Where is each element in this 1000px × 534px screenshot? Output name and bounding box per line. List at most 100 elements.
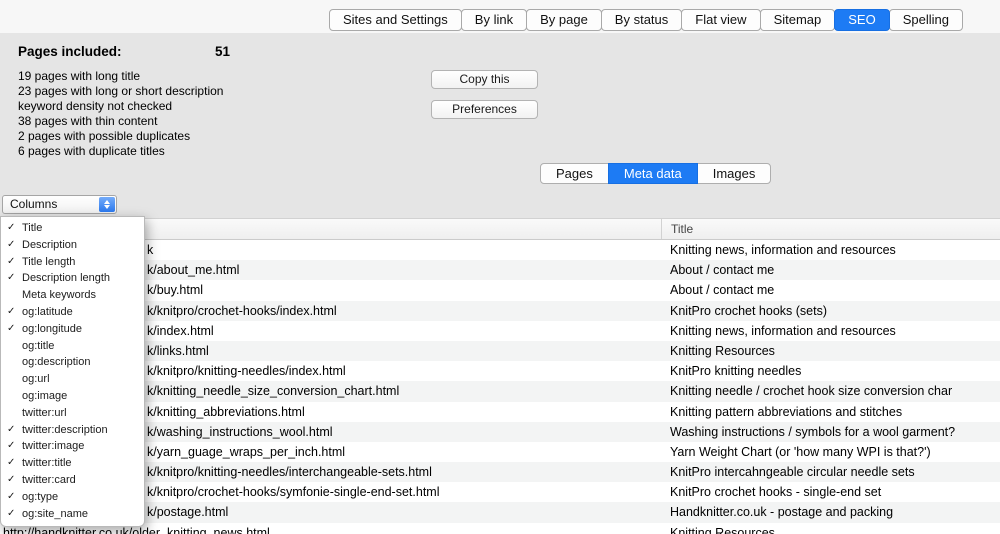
check-icon: ✓ bbox=[7, 254, 15, 271]
title-cell: Washing instructions / symbols for a woo… bbox=[661, 422, 1000, 442]
seo-summary-lines: 19 pages with long title 23 pages with l… bbox=[18, 69, 223, 159]
title-cell: About / contact me bbox=[661, 260, 1000, 280]
table-row[interactable]: k/links.html Knitting Resources bbox=[0, 341, 1000, 361]
title-cell: Knitting needle / crochet hook size conv… bbox=[661, 381, 1000, 401]
seo-summary-line: 23 pages with long or short description bbox=[18, 84, 223, 99]
columns-menu-item-label: twitter:description bbox=[22, 424, 108, 436]
main-tab[interactable]: Spelling bbox=[889, 9, 963, 31]
pages-included-label: Pages included: bbox=[18, 44, 122, 59]
columns-menu-item[interactable]: ✓ twitter:image bbox=[1, 438, 144, 455]
pages-included-count: 51 bbox=[215, 44, 230, 59]
columns-menu-item[interactable]: ✓ og:url bbox=[1, 371, 144, 388]
columns-menu-item-label: Description length bbox=[22, 272, 110, 284]
view-segment[interactable]: Meta data bbox=[608, 163, 698, 184]
check-icon: ✓ bbox=[7, 237, 15, 254]
check-icon: ✓ bbox=[7, 321, 15, 338]
title-cell: Knitting news, information and resources bbox=[661, 240, 1000, 260]
metadata-view-segmented-control: Pages Meta data Images bbox=[541, 163, 771, 184]
table-row[interactable]: k/yarn_guage_wraps_per_inch.html Yarn We… bbox=[0, 442, 1000, 462]
title-cell: Knitting news, information and resources bbox=[661, 321, 1000, 341]
check-icon: ✓ bbox=[7, 438, 15, 455]
table-row[interactable]: k/knitting_abbreviations.html Knitting p… bbox=[0, 402, 1000, 422]
columns-menu-item-label: og:url bbox=[22, 373, 50, 385]
popup-arrows-icon bbox=[99, 197, 115, 212]
seo-summary-line: 6 pages with duplicate titles bbox=[18, 144, 223, 159]
table-row[interactable]: k/index.html Knitting news, information … bbox=[0, 321, 1000, 341]
table-row[interactable]: k/knitting_needle_size_conversion_chart.… bbox=[0, 381, 1000, 401]
table-row[interactable]: k/buy.html About / contact me bbox=[0, 280, 1000, 300]
columns-menu-item[interactable]: ✓ twitter:url bbox=[1, 405, 144, 422]
table-row[interactable]: k/knitpro/knitting-needles/interchangeab… bbox=[0, 462, 1000, 482]
title-cell: KnitPro crochet hooks (sets) bbox=[661, 301, 1000, 321]
table-row[interactable]: k/knitpro/knitting-needles/index.html Kn… bbox=[0, 361, 1000, 381]
table-row[interactable]: k Knitting news, information and resourc… bbox=[0, 240, 1000, 260]
check-icon: ✓ bbox=[7, 220, 15, 237]
table-row[interactable]: k/postage.html Handknitter.co.uk - posta… bbox=[0, 502, 1000, 522]
columns-menu-item-label: og:longitude bbox=[22, 323, 82, 335]
columns-menu-item-label: og:latitude bbox=[22, 306, 73, 318]
columns-menu-item[interactable]: ✓ Title length bbox=[1, 254, 144, 271]
seo-summary-line: 2 pages with possible duplicates bbox=[18, 129, 223, 144]
columns-menu-item[interactable]: ✓ og:title bbox=[1, 338, 144, 355]
main-tab[interactable]: Sitemap bbox=[760, 9, 836, 31]
columns-menu-item[interactable]: ✓ og:description bbox=[1, 354, 144, 371]
check-icon: ✓ bbox=[7, 506, 15, 523]
table-row[interactable]: k/knitpro/crochet-hooks/symfonie-single-… bbox=[0, 482, 1000, 502]
columns-menu-item[interactable]: ✓ og:longitude bbox=[1, 321, 144, 338]
columns-menu-item[interactable]: ✓ og:image bbox=[1, 388, 144, 405]
seo-summary-line: 38 pages with thin content bbox=[18, 114, 223, 129]
columns-menu-item-label: Title length bbox=[22, 256, 75, 268]
columns-menu-item[interactable]: ✓ twitter:title bbox=[1, 455, 144, 472]
columns-menu-item[interactable]: ✓ Title bbox=[1, 220, 144, 237]
main-tab[interactable]: Sites and Settings bbox=[329, 9, 462, 31]
columns-menu-item[interactable]: ✓ Meta keywords bbox=[1, 287, 144, 304]
main-tab[interactable]: By page bbox=[526, 9, 602, 31]
columns-menu-item-label: Title bbox=[22, 222, 42, 234]
title-cell: About / contact me bbox=[661, 280, 1000, 300]
check-icon: ✓ bbox=[7, 422, 15, 439]
columns-menu-item-label: og:site_name bbox=[22, 508, 88, 520]
table-row[interactable]: k/washing_instructions_wool.html Washing… bbox=[0, 422, 1000, 442]
arrow-up-icon bbox=[104, 200, 110, 204]
seo-summary-line: keyword density not checked bbox=[18, 99, 223, 114]
columns-popup-button[interactable]: Columns bbox=[2, 195, 117, 214]
main-tab[interactable]: By status bbox=[601, 9, 682, 31]
table-row[interactable]: k/knitpro/crochet-hooks/index.html KnitP… bbox=[0, 301, 1000, 321]
columns-menu-item[interactable]: ✓ Description length bbox=[1, 270, 144, 287]
main-tabbar: Sites and Settings By link By page By st… bbox=[0, 0, 1000, 33]
view-segment[interactable]: Images bbox=[697, 163, 772, 184]
columns-menu-item[interactable]: ✓ twitter:card bbox=[1, 472, 144, 489]
columns-menu-item[interactable]: ✓ Description bbox=[1, 237, 144, 254]
check-icon: ✓ bbox=[7, 270, 15, 287]
main-tab[interactable]: SEO bbox=[834, 9, 889, 31]
title-cell: KnitPro intercahngeable circular needle … bbox=[661, 462, 1000, 482]
main-tab[interactable]: By link bbox=[461, 9, 527, 31]
columns-menu-item[interactable]: ✓ og:latitude bbox=[1, 304, 144, 321]
title-cell: Handknitter.co.uk - postage and packing bbox=[661, 502, 1000, 522]
table-row[interactable]: k/about_me.html About / contact me bbox=[0, 260, 1000, 280]
main-tab[interactable]: Flat view bbox=[681, 9, 760, 31]
app-window: Sites and Settings By link By page By st… bbox=[0, 0, 1000, 534]
columns-menu-item-label: Description bbox=[22, 239, 77, 251]
main-tabs: Sites and Settings By link By page By st… bbox=[330, 9, 963, 31]
columns-menu-item-label: og:image bbox=[22, 390, 67, 402]
columns-menu-item[interactable]: ✓ og:type bbox=[1, 489, 144, 506]
preferences-button[interactable]: Preferences bbox=[431, 100, 538, 119]
columns-menu-item-label: og:type bbox=[22, 491, 58, 503]
columns-menu-item-label: twitter:url bbox=[22, 407, 67, 419]
columns-dropdown-menu: ✓ Title ✓ Description ✓ Title length ✓ D… bbox=[0, 216, 145, 527]
table-row[interactable]: http://handknitter.co.uk/older_knitting_… bbox=[0, 523, 1000, 534]
columns-menu-item-label: twitter:card bbox=[22, 474, 76, 486]
columns-menu-item[interactable]: ✓ og:site_name bbox=[1, 506, 144, 523]
title-cell: KnitPro crochet hooks - single-end set bbox=[661, 482, 1000, 502]
check-icon: ✓ bbox=[7, 472, 15, 489]
columns-menu-item[interactable]: ✓ twitter:description bbox=[1, 422, 144, 439]
column-header-title[interactable]: Title bbox=[661, 219, 1000, 239]
view-segment[interactable]: Pages bbox=[540, 163, 609, 184]
copy-this-button[interactable]: Copy this bbox=[431, 70, 538, 89]
check-icon: ✓ bbox=[7, 455, 15, 472]
seo-summary-panel: Pages included: 51 19 pages with long ti… bbox=[0, 33, 1000, 218]
seo-summary-line: 19 pages with long title bbox=[18, 69, 223, 84]
title-cell: Knitting Resources bbox=[661, 523, 1000, 534]
columns-menu-item-label: Meta keywords bbox=[22, 289, 96, 301]
